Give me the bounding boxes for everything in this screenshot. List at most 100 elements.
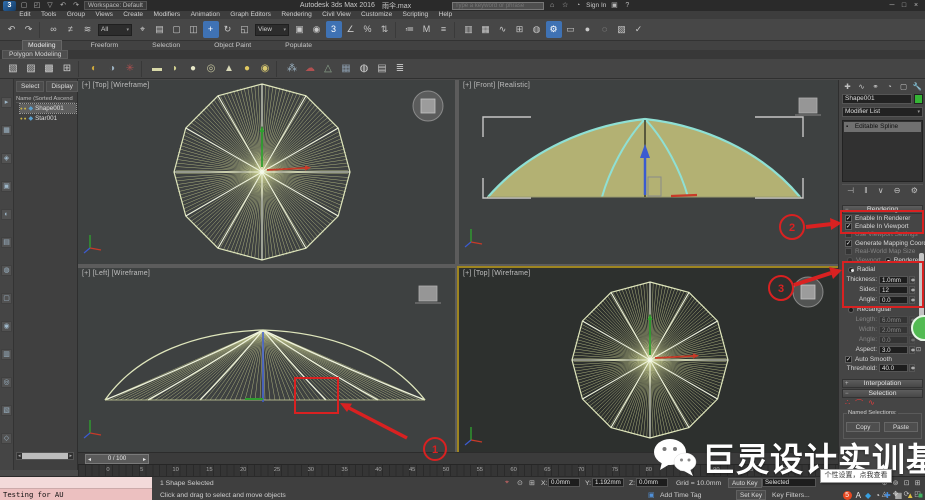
new-icon[interactable]: ▢ <box>19 1 29 10</box>
tab-selection[interactable]: Selection <box>147 41 185 50</box>
search-home-icon[interactable]: ⌂ <box>547 1 557 10</box>
panel-tab-hierarchy[interactable]: ⚭ <box>869 81 882 92</box>
polygon-border-icon[interactable]: ▩ <box>41 61 58 77</box>
selected-dropdown[interactable]: Selected <box>762 478 816 487</box>
plus-tray-icon[interactable]: ✚ <box>884 491 891 500</box>
absolute-mode-icon[interactable]: ⊞ <box>529 479 535 487</box>
curve-editor-icon[interactable]: ∿ <box>495 21 511 38</box>
star-icon[interactable]: ☆ <box>560 1 570 10</box>
geometry-ball-icon[interactable]: ● <box>239 61 256 77</box>
cursor-tray-icon[interactable]: ◆ <box>865 491 871 500</box>
menu-graph-editors[interactable]: Graph Editors <box>225 11 276 19</box>
radio-rectangular[interactable]: Rectangular <box>842 305 923 315</box>
param-field[interactable]: 40.0 <box>879 364 908 372</box>
material-editor-icon[interactable]: ◍ <box>529 21 545 38</box>
snap-toggle-icon[interactable]: 3 <box>326 21 342 38</box>
menu-animation[interactable]: Animation <box>185 11 225 19</box>
input-a-tray-icon[interactable]: A <box>856 491 861 500</box>
percent-snap-icon[interactable]: % <box>360 21 376 38</box>
spin-down-icon[interactable] <box>911 299 915 302</box>
geometry-disc-icon[interactable]: ◎ <box>203 61 220 77</box>
zoom-extents-icon[interactable]: ⊡ <box>901 478 912 489</box>
geometry-halfdome-icon[interactable]: ◗ <box>167 61 184 77</box>
modifier-list-dropdown[interactable]: Modifier List▾ <box>842 107 923 117</box>
tab-populate[interactable]: Populate <box>280 41 317 50</box>
viewport-front-label[interactable]: [+] [Front] [Realistic] <box>463 82 530 89</box>
param-field[interactable]: 0.0 <box>879 336 908 344</box>
grid-object-icon[interactable]: ▦ <box>338 61 355 77</box>
left-strip-icon[interactable]: ◍ <box>1 265 12 276</box>
rendered-frame-icon[interactable]: ▭ <box>563 21 579 38</box>
tab-object-paint[interactable]: Object Paint <box>209 41 256 50</box>
render-production-icon[interactable]: ● <box>580 21 596 38</box>
param-field[interactable]: 0.0 <box>879 296 908 304</box>
schematic-view-icon[interactable]: ⊞ <box>512 21 528 38</box>
left-strip-icon[interactable]: ◉ <box>1 321 12 332</box>
copy-button[interactable]: Copy <box>846 422 880 432</box>
paste-button[interactable]: Paste <box>884 422 918 432</box>
rows-icon[interactable]: ≣ <box>392 61 409 77</box>
edit-named-selections-icon[interactable]: ≔ <box>402 21 418 38</box>
workspace-dropdown[interactable]: Workspace: Default <box>84 1 147 10</box>
object-color-swatch[interactable] <box>914 94 923 104</box>
menu-tools[interactable]: Tools <box>36 11 62 19</box>
polygon-element-icon[interactable]: ⊞ <box>59 61 76 77</box>
panel-tab-utilities[interactable]: 🔧 <box>911 81 924 92</box>
param-field[interactable]: 1.0mm <box>879 276 908 284</box>
select-scale-icon[interactable]: ◱ <box>237 21 253 38</box>
cloud-icon[interactable]: ☁ <box>302 61 319 77</box>
left-strip-icon[interactable]: ◈ <box>1 153 12 164</box>
menu-create[interactable]: Create <box>118 11 148 19</box>
graphite-toggle-icon[interactable]: ▦ <box>478 21 494 38</box>
explorer-header[interactable]: Name (Sorted Ascend <box>16 96 75 103</box>
select-link-icon[interactable]: ∞ <box>46 21 62 38</box>
left-strip-icon[interactable]: ▦ <box>1 125 12 136</box>
rollout-rendering[interactable]: − Rendering <box>842 205 923 214</box>
panel-tab-modify[interactable]: ∿ <box>855 81 868 92</box>
left-strip-icon[interactable]: ▧ <box>1 405 12 416</box>
param-field[interactable]: 2.0mm <box>879 326 908 334</box>
spin-down-icon[interactable] <box>911 349 915 352</box>
spinner-snap-icon[interactable]: ⇅ <box>377 21 393 38</box>
param-field[interactable]: 6.0mm <box>879 316 908 324</box>
maximize-button[interactable]: □ <box>898 1 910 10</box>
left-strip-icon[interactable]: ▤ <box>1 237 12 248</box>
spinner-icon[interactable] <box>909 296 915 304</box>
undo-icon[interactable]: ↶ <box>58 1 68 10</box>
panel-tab-create[interactable]: ✚ <box>841 81 854 92</box>
scroll-left-icon[interactable]: ◂ <box>18 453 21 459</box>
tab-display[interactable]: Display <box>46 81 78 92</box>
ref-coord-dropdown[interactable]: View▾ <box>255 24 289 36</box>
user-icon[interactable]: ◔ <box>573 1 583 10</box>
vertex-subobject-icon[interactable]: ∴ <box>845 398 850 409</box>
left-strip-icon[interactable]: ▸ <box>1 97 12 108</box>
frame-forward-icon[interactable]: ▸ <box>143 456 146 463</box>
panel-tab-motion[interactable]: ◔ <box>883 81 896 92</box>
grid-tray-icon[interactable]: ▦ <box>895 491 903 500</box>
param-field[interactable]: 12 <box>879 286 908 294</box>
spin-down-icon[interactable] <box>911 339 915 342</box>
modifier-b-icon[interactable]: ◑ <box>104 61 121 77</box>
checkbox-generate-mapping-coords[interactable]: ✓Generate Mapping Coords. <box>842 239 923 247</box>
modifier-c-icon[interactable]: ✳ <box>122 61 139 77</box>
checkbox-enable-in-renderer[interactable]: ✓Enable In Renderer <box>842 214 923 222</box>
open-explorer-icon[interactable]: ▧ <box>614 21 630 38</box>
left-strip-icon[interactable]: ◐ <box>1 209 12 220</box>
auto-key-button[interactable]: Auto Key <box>728 478 762 488</box>
menu-customize[interactable]: Customize <box>356 11 398 19</box>
align-icon[interactable]: ≡ <box>436 21 452 38</box>
panel-tab-display[interactable]: ▢ <box>897 81 910 92</box>
make-unique-icon[interactable]: ∨ <box>878 186 884 195</box>
select-rotate-icon[interactable]: ↻ <box>220 21 236 38</box>
maxscript-listener[interactable] <box>0 477 152 489</box>
scroll-thumb[interactable] <box>22 453 69 459</box>
timeline-ruler[interactable]: 0510152025303540455055606570758085909510… <box>78 464 838 476</box>
menu-group[interactable]: Group <box>62 11 91 19</box>
menu-rendering[interactable]: Rendering <box>276 11 317 19</box>
geometry-slab-icon[interactable]: ▬ <box>149 61 166 77</box>
checkbox-use-viewport-settings[interactable]: Use Viewport Settings <box>842 231 923 239</box>
rollout-interpolation[interactable]: + Interpolation <box>842 379 923 388</box>
selection-lock-icon[interactable]: ⊙ <box>517 479 523 487</box>
select-manipulate-icon[interactable]: ◉ <box>309 21 325 38</box>
bind-spacewarp-icon[interactable]: ≋ <box>80 21 96 38</box>
